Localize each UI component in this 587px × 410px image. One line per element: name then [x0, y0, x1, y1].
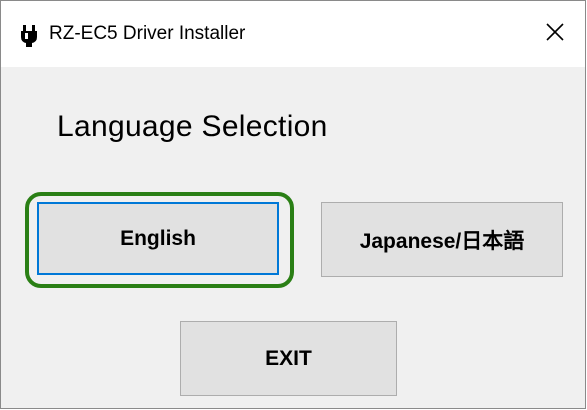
japanese-button[interactable]: Japanese/日本語 [321, 202, 563, 277]
page-title: Language Selection [57, 110, 328, 143]
window-title: RZ-EC5 Driver Installer [49, 23, 246, 44]
close-icon [546, 22, 564, 46]
exit-button[interactable]: EXIT [180, 321, 397, 396]
installer-window: RZ-EC5 Driver Installer Language Selecti… [0, 0, 586, 409]
english-button[interactable]: English [37, 202, 279, 275]
close-button[interactable] [525, 1, 585, 67]
title-bar[interactable]: RZ-EC5 Driver Installer [1, 1, 585, 67]
usb-plug-icon [20, 25, 38, 47]
